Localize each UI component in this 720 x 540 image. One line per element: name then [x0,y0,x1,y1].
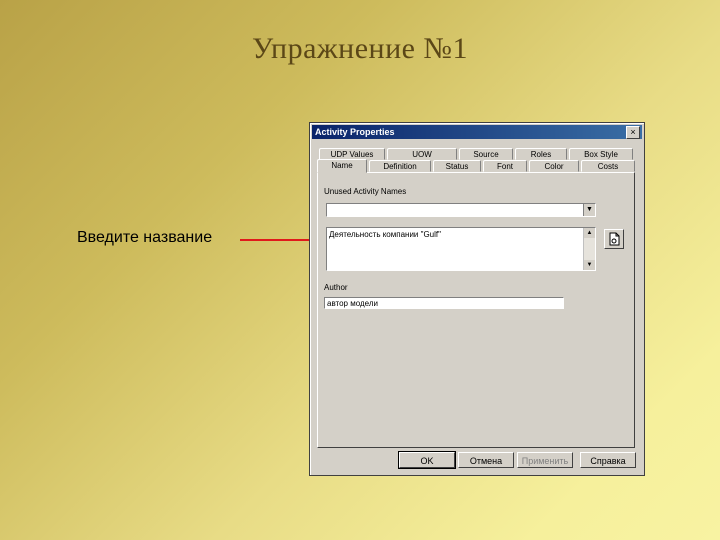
name-tab-panel: Unused Activity Names ▼ Деятельность ком… [317,172,635,448]
tab-color[interactable]: Color [529,160,579,172]
activity-name-input[interactable]: Деятельность компании "Gulf" ▲ ▼ [326,227,596,271]
dialog-titlebar[interactable]: Activity Properties × [312,125,642,139]
tab-box-style[interactable]: Box Style [569,148,633,160]
tab-definition[interactable]: Definition [369,160,431,172]
document-icon [609,232,620,246]
tab-uow[interactable]: UOW [387,148,457,160]
callout-label: Введите название [77,229,213,246]
unused-names-label: Unused Activity Names [324,187,407,196]
unused-names-combo[interactable]: ▼ [326,203,596,217]
scroll-up-icon[interactable]: ▲ [584,228,595,238]
name-scrollbar[interactable]: ▲ ▼ [583,228,595,270]
tab-source[interactable]: Source [459,148,513,160]
scroll-down-icon[interactable]: ▼ [584,260,595,270]
tab-costs[interactable]: Costs [581,160,635,172]
close-icon: × [630,127,636,137]
dialog-title: Activity Properties [315,127,395,137]
close-button[interactable]: × [626,126,640,139]
notes-button[interactable] [604,229,624,249]
author-label: Author [324,283,348,292]
activity-name-value: Деятельность компании "Gulf" [329,230,441,239]
tab-name[interactable]: Name [317,159,367,173]
apply-button[interactable]: Применить [517,452,573,468]
slide-title: Упражнение №1 [251,32,469,65]
tab-roles[interactable]: Roles [515,148,567,160]
activity-properties-dialog: Activity Properties × UDP Values UOW Sou… [309,122,645,476]
help-button[interactable]: Справка [580,452,636,468]
author-input[interactable]: автор модели [324,297,564,309]
ok-button[interactable]: OK [398,451,456,469]
cancel-button[interactable]: Отмена [458,452,514,468]
chevron-down-icon[interactable]: ▼ [583,204,595,216]
tab-font[interactable]: Font [483,160,527,172]
tab-status[interactable]: Status [433,160,481,172]
